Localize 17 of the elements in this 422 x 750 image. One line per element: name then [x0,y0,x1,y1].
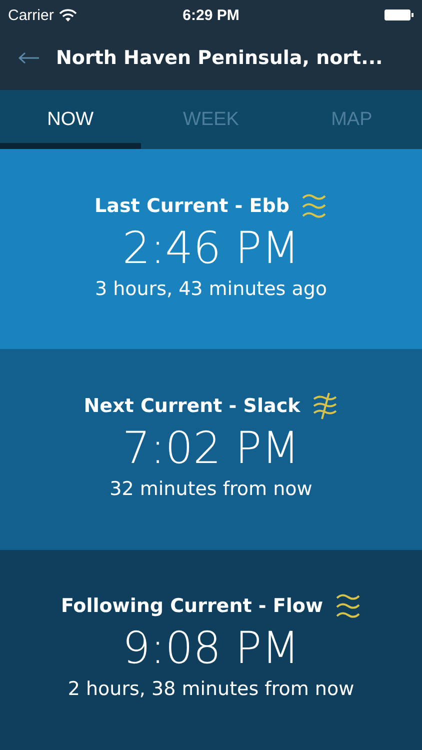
page-title: North Haven Peninsula, nort... [56,47,383,69]
status-time: 6:29 PM [182,6,240,24]
current-time: 7:02 PM [122,423,300,476]
current-title: Next Current - Slack [84,395,300,418]
tab[interactable]: MAP [281,90,422,149]
current-time: 2:46 PM [122,222,300,276]
relative-time: 3 hours, 43 minutes ago [94,278,328,300]
current-time: 9:08 PM [122,623,300,676]
slack-waves-icon [312,391,338,422]
current-title: Last Current - Ebb [94,194,290,217]
battery-icon [384,9,414,21]
current-title: Following Current - Flow [60,595,324,618]
tab[interactable]: WEEK [140,90,282,149]
wifi-icon [58,8,77,22]
relative-time: 32 minutes from now [110,478,312,500]
carrier-label: Carrier [8,6,54,24]
relative-time: 2 hours, 38 minutes from now [68,678,354,700]
